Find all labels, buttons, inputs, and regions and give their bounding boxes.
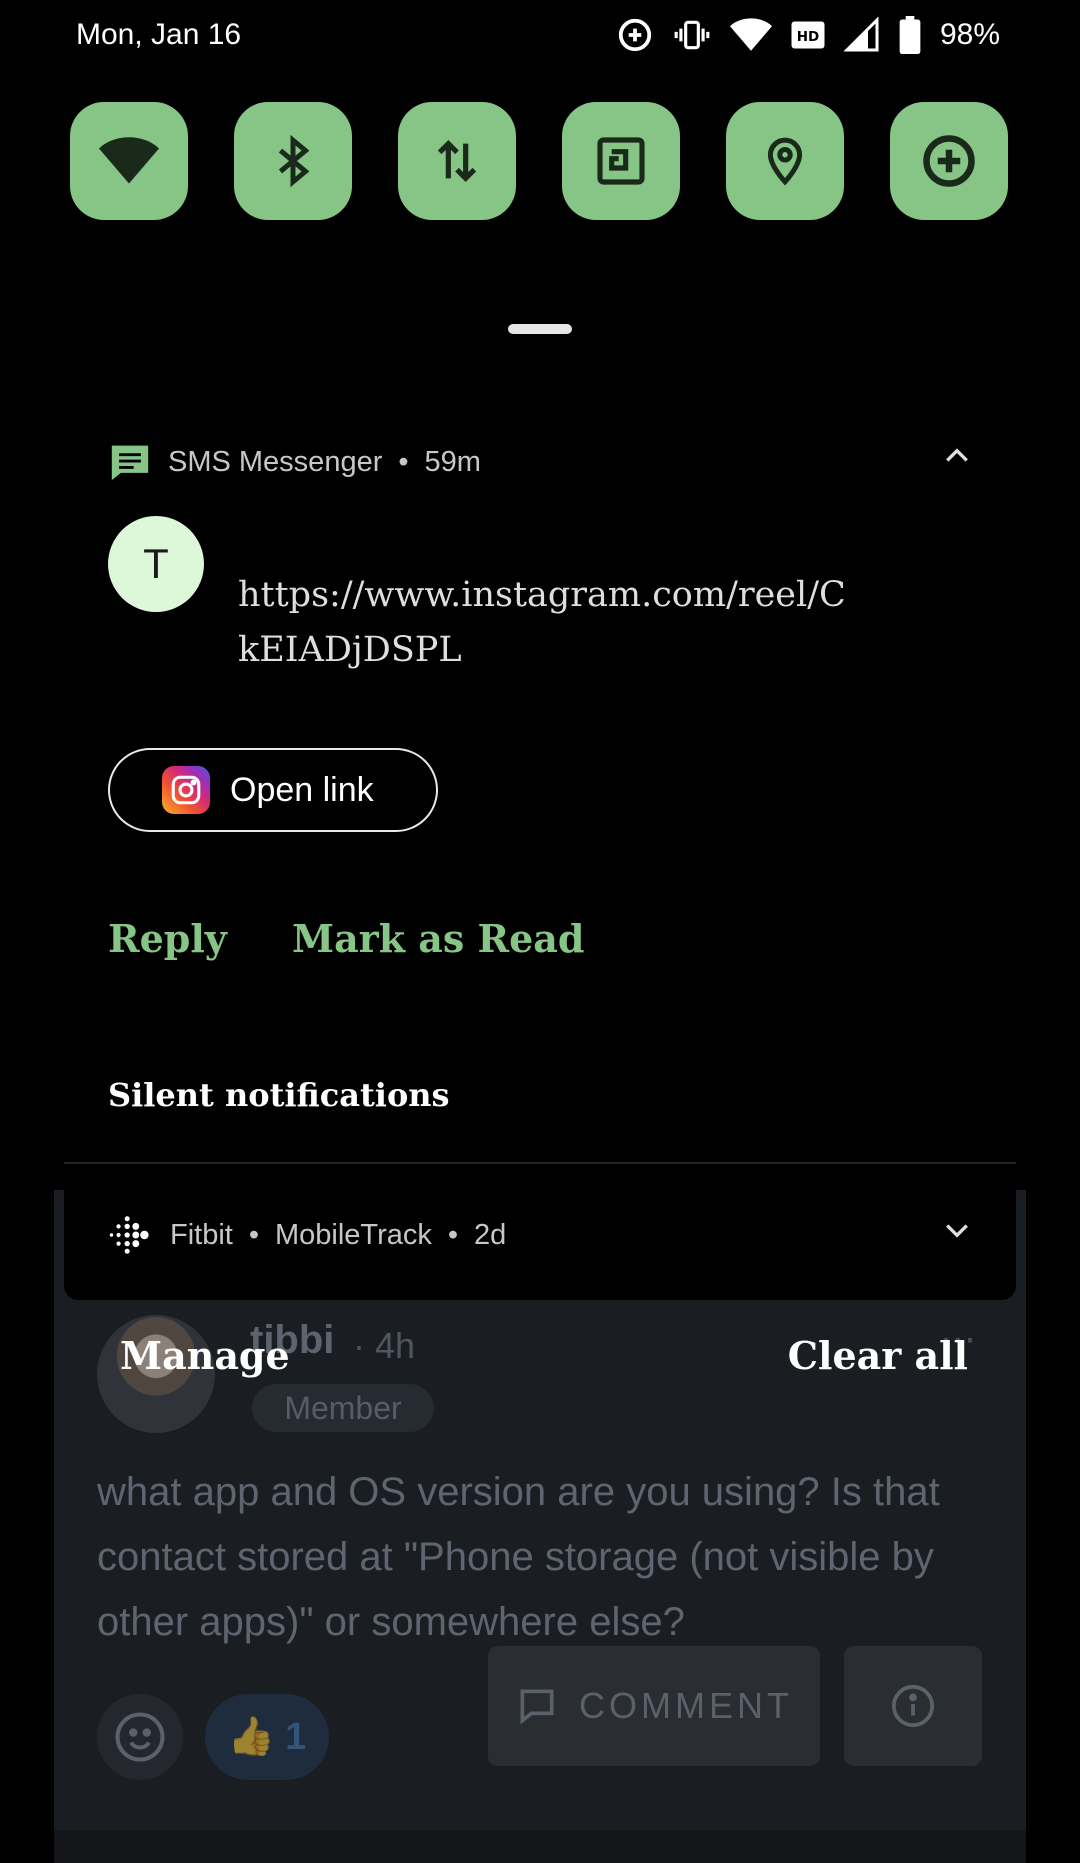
nfc-icon [597, 137, 645, 185]
qs-tile-mobile-data[interactable] [398, 102, 516, 220]
notification-time: 59m [424, 445, 481, 478]
separator-dot: • [398, 445, 409, 478]
expand-button[interactable] [944, 1222, 970, 1245]
status-icons: HD 98% [616, 16, 1000, 54]
comment-button[interactable]: COMMENT [488, 1646, 820, 1766]
status-bar: Mon, Jan 16 HD 98% [0, 0, 1080, 78]
fitbit-time: 2d [474, 1218, 507, 1251]
info-icon [891, 1684, 935, 1728]
message-icon [111, 445, 149, 481]
wifi-icon [99, 137, 159, 184]
comment-time: · 4h [353, 1325, 416, 1366]
collapse-button[interactable] [944, 446, 970, 469]
thumbs-up-icon: 👍 [227, 1716, 276, 1758]
status-date: Mon, Jan 16 [76, 18, 242, 51]
notification-app-name: SMS Messenger [168, 445, 383, 478]
chevron-up-icon [946, 448, 968, 462]
fitbit-channel: MobileTrack [275, 1218, 432, 1251]
separator-dot: • [447, 1218, 459, 1251]
wifi-icon [729, 18, 772, 51]
quick-settings-panel [64, 80, 1016, 380]
battery-percent: 98% [939, 18, 1000, 51]
qs-tile-wifi[interactable] [70, 102, 188, 220]
like-count: 1 [285, 1715, 307, 1758]
data-saver-icon [618, 18, 652, 52]
silent-notifications-title: Silent notifications [108, 1076, 450, 1114]
clear-all-button[interactable]: Clear all [788, 1333, 968, 1378]
fitbit-icon [109, 1216, 149, 1254]
manage-button[interactable]: Manage [120, 1333, 290, 1378]
like-button[interactable]: 👍 1 [205, 1694, 329, 1780]
data-saver-icon [923, 135, 975, 187]
instagram-icon [162, 766, 210, 814]
signal-icon [843, 17, 879, 52]
silent-notifications-section: Silent notifications Fitbit • MobileTrac… [64, 1032, 1016, 1300]
hd-icon: HD [791, 21, 825, 49]
member-badge: Member [252, 1384, 434, 1432]
mark-as-read-button[interactable]: Mark as Read [292, 916, 584, 961]
sender-avatar: T [108, 516, 204, 612]
location-icon [767, 137, 803, 186]
background-app-footer [54, 1830, 1026, 1863]
message-text: https://www.instagram.com/reel/CkEIADjDS… [238, 575, 846, 670]
vibrate-icon [674, 20, 710, 50]
emoji-reaction-button[interactable] [97, 1694, 183, 1780]
bluetooth-icon [278, 134, 310, 188]
sms-notification[interactable]: SMS Messenger • 59m T https://www.instag… [64, 392, 1016, 1018]
comment-label: COMMENT [579, 1685, 793, 1726]
separator-dot: • [248, 1218, 259, 1251]
comment-body: what app and OS version are you using? I… [97, 1470, 940, 1644]
battery-icon [899, 16, 921, 54]
comment-icon [520, 1689, 554, 1725]
qs-tile-data-saver[interactable] [890, 102, 1008, 220]
fitbit-notification[interactable]: Fitbit • MobileTrack • 2d [108, 1212, 506, 1258]
fitbit-app-name: Fitbit [170, 1218, 233, 1251]
section-divider [64, 1162, 1016, 1164]
qs-tile-bluetooth[interactable] [234, 102, 352, 220]
qs-tile-location[interactable] [726, 102, 844, 220]
notification-header: SMS Messenger • 59m [108, 442, 481, 482]
smiley-icon [115, 1712, 165, 1762]
qs-tile-nfc[interactable] [562, 102, 680, 220]
open-link-button[interactable]: Open link [108, 748, 438, 832]
reply-button[interactable]: Reply [108, 916, 227, 961]
open-link-label: Open link [230, 770, 374, 809]
svg-text:HD: HD [797, 29, 820, 45]
mobile-data-icon [437, 139, 477, 183]
shade-drag-handle[interactable] [508, 324, 572, 334]
info-button[interactable] [844, 1646, 982, 1766]
chevron-down-icon [946, 1224, 968, 1238]
